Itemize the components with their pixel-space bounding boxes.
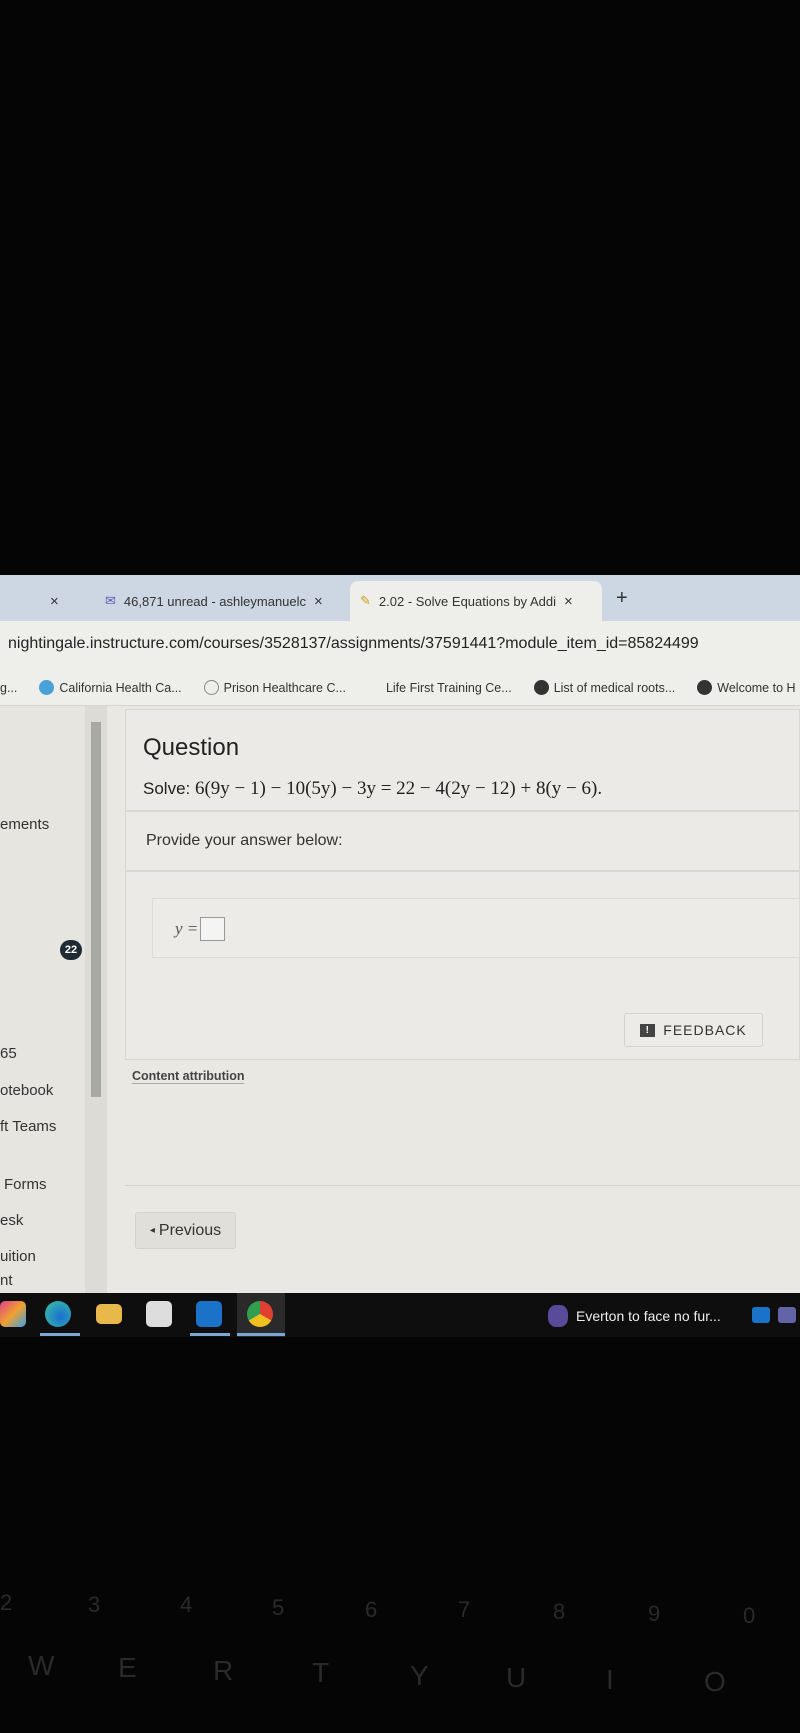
- tab-mail[interactable]: ✉ 46,871 unread - ashleymanuelc ×: [95, 581, 333, 621]
- active-indicator: [190, 1333, 230, 1336]
- answer-input[interactable]: [200, 917, 226, 941]
- notification-badge: 22: [60, 940, 82, 960]
- tab-previous[interactable]: ×: [40, 581, 69, 621]
- file-explorer-icon[interactable]: [96, 1304, 122, 1324]
- tab-assignment[interactable]: ✎ 2.02 - Solve Equations by Addi ×: [350, 581, 602, 621]
- nav-item[interactable]: ft Teams: [0, 1118, 56, 1135]
- globe-icon: [39, 680, 55, 695]
- teams-tray-icon[interactable]: [778, 1307, 796, 1323]
- bookmarks-bar: g... California Health Ca... Prison Heal…: [0, 670, 800, 706]
- bookmark[interactable]: List of medical roots...: [533, 680, 675, 695]
- key: U: [506, 1662, 527, 1693]
- bookmark[interactable]: Welcome to H: [697, 680, 796, 695]
- answer-label: y =: [175, 919, 199, 938]
- key: I: [606, 1664, 614, 1695]
- bookmark[interactable]: g...: [0, 681, 17, 695]
- key: 6: [365, 1597, 378, 1622]
- tab-label: 46,871 unread - ashleymanuelc: [123, 593, 307, 609]
- outlook-icon[interactable]: [196, 1301, 222, 1327]
- news-widget[interactable]: Everton to face no fur...: [548, 1305, 721, 1327]
- question-title: Question: [143, 734, 240, 761]
- bookmark[interactable]: Prison Healthcare C...: [203, 680, 346, 695]
- question-card: Question Solve: 6(9y − 1) − 10(5y) − 3y …: [125, 709, 800, 811]
- tab-label: 2.02 - Solve Equations by Addi: [378, 593, 556, 609]
- nav-item[interactable]: nt: [0, 1272, 13, 1289]
- key: 4: [180, 1592, 193, 1617]
- course-nav-sidebar: ements 22 65 otebook ft Teams Forms esk …: [0, 706, 85, 1293]
- nav-item[interactable]: esk: [0, 1212, 23, 1229]
- bookmark[interactable]: California Health Ca...: [39, 680, 182, 695]
- equation: 6(9y − 1) − 10(5y) − 3y = 22 − 4(2y − 12…: [194, 778, 603, 799]
- seal-icon: [203, 680, 219, 695]
- answer-prompt: Provide your answer below:: [146, 832, 343, 849]
- key: 9: [648, 1601, 661, 1626]
- globe-icon: [697, 680, 713, 695]
- key: 7: [458, 1597, 471, 1622]
- new-tab-button[interactable]: +: [616, 587, 628, 610]
- nav-item[interactable]: uition: [0, 1248, 36, 1265]
- nav-item[interactable]: 65: [0, 1045, 17, 1062]
- copilot-icon[interactable]: [0, 1301, 26, 1327]
- key: 3: [88, 1592, 101, 1617]
- key: 0: [743, 1603, 756, 1628]
- scrollbar-thumb[interactable]: [91, 722, 101, 1097]
- assignment-content: Question Solve: 6(9y − 1) − 10(5y) − 3y …: [125, 706, 800, 1293]
- key: 5: [272, 1595, 285, 1620]
- keyboard: 2 3 4 5 6 7 8 9 0 W E R T Y U I O: [0, 1500, 800, 1733]
- key: E: [118, 1652, 137, 1683]
- active-indicator: [40, 1333, 80, 1336]
- previous-button[interactable]: ◂ Previous: [135, 1212, 236, 1249]
- premier-league-icon: [548, 1305, 568, 1327]
- pencil-icon: ✎: [360, 593, 371, 608]
- mail-icon: ✉: [105, 593, 116, 608]
- answer-section: y = ! FEEDBACK: [125, 871, 800, 1060]
- key: 2: [0, 1590, 13, 1615]
- feedback-button[interactable]: ! FEEDBACK: [624, 1013, 763, 1047]
- nav-item[interactable]: Forms: [4, 1176, 47, 1193]
- key: T: [312, 1657, 330, 1688]
- nav-item[interactable]: ements: [0, 816, 49, 833]
- divider: [125, 1086, 800, 1186]
- bookmark[interactable]: Life First Training Ce...: [386, 681, 512, 695]
- feedback-icon: !: [640, 1023, 656, 1037]
- store-icon[interactable]: [146, 1301, 172, 1327]
- globe-icon: [533, 680, 549, 695]
- active-indicator: [237, 1333, 285, 1336]
- close-tab-icon[interactable]: ×: [314, 593, 323, 610]
- edge-icon[interactable]: [45, 1301, 71, 1327]
- outlook-tray-icon[interactable]: [752, 1307, 770, 1323]
- prompt-section: Provide your answer below:: [125, 811, 800, 871]
- tab-bar: × ✉ 46,871 unread - ashleymanuelc × ✎ 2.…: [0, 575, 800, 621]
- close-tab-icon[interactable]: ×: [50, 593, 59, 610]
- question-text: Solve: 6(9y − 1) − 10(5y) − 3y = 22 − 4(…: [143, 778, 603, 799]
- close-tab-icon[interactable]: ×: [564, 593, 573, 610]
- key: R: [213, 1655, 234, 1686]
- nav-item[interactable]: otebook: [0, 1082, 53, 1099]
- key: Y: [410, 1660, 429, 1691]
- chrome-icon[interactable]: [247, 1301, 273, 1327]
- key: O: [704, 1666, 726, 1697]
- content-attribution-link[interactable]: Content attribution: [132, 1069, 245, 1084]
- sidebar-scrollbar[interactable]: [85, 706, 107, 1293]
- chevron-left-icon: ◂: [149, 1225, 155, 1236]
- key: W: [28, 1650, 55, 1681]
- answer-box: y =: [152, 898, 800, 958]
- address-bar[interactable]: nightingale.instructure.com/courses/3528…: [0, 621, 800, 670]
- key: 8: [553, 1599, 566, 1624]
- answer-row: y =: [175, 917, 226, 941]
- laptop-screen: × ✉ 46,871 unread - ashleymanuelc × ✎ 2.…: [0, 575, 800, 1337]
- taskbar: Everton to face no fur...: [0, 1293, 800, 1337]
